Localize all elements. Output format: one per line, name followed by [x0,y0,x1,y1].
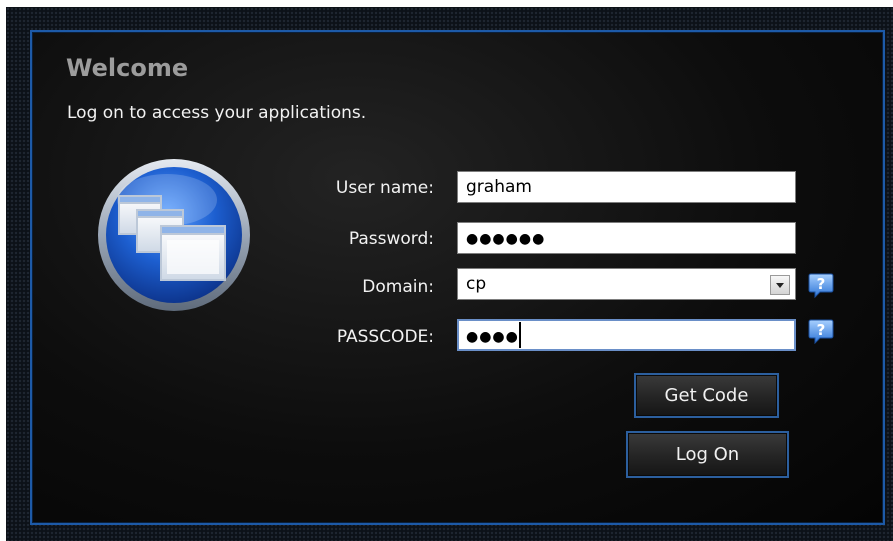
domain-select[interactable]: cp [457,268,796,300]
application-windows-icon [98,159,250,311]
help-icon[interactable]: ? [808,318,834,344]
help-icon[interactable]: ? [808,272,834,298]
domain-value: cp [466,274,487,294]
svg-text:?: ? [817,321,826,339]
svg-text:?: ? [817,275,826,293]
page-subtitle: Log on to access your applications. [67,103,367,123]
password-field[interactable]: ●●●●●● [457,222,796,254]
page-title: Welcome [66,54,189,82]
passcode-value: ●●●● [466,329,519,345]
username-label: User name: [335,178,434,198]
password-value: ●●●●●● [466,231,546,247]
passcode-label: PASSCODE: [336,327,434,347]
domain-label: Domain: [362,277,434,297]
log-on-button[interactable]: Log On [626,431,789,478]
username-field[interactable] [457,171,796,203]
password-label: Password: [348,229,434,249]
passcode-field[interactable]: ●●●● [457,319,796,351]
get-code-button[interactable]: Get Code [634,373,779,418]
text-cursor [519,322,521,348]
chevron-down-icon[interactable] [770,275,790,295]
